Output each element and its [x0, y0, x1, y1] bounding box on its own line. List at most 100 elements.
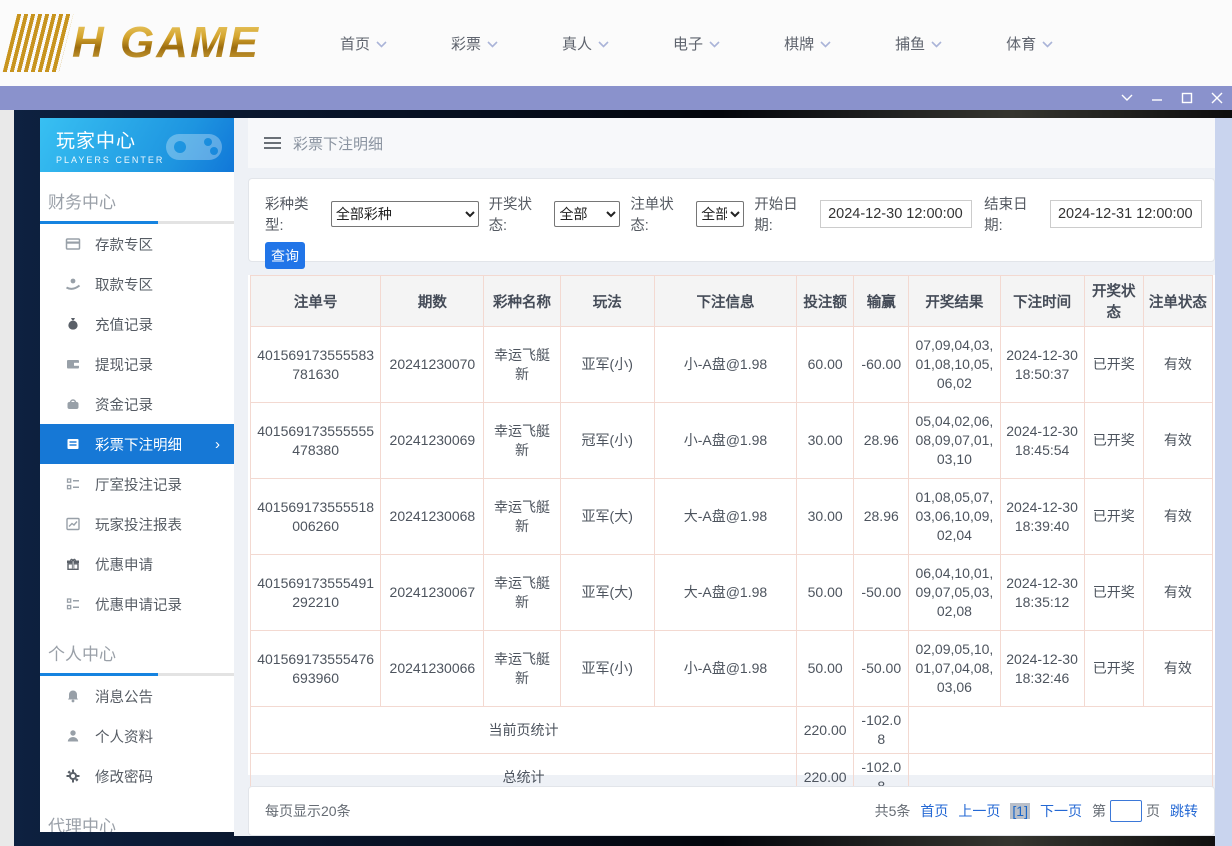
page-jump-input[interactable] [1110, 800, 1142, 822]
logo: H GAME [10, 14, 290, 72]
sidebar-item-hand-coin[interactable]: 取款专区 › [40, 264, 234, 304]
cell-bet-id: 401569173555491292210 [251, 555, 381, 631]
lottery-type-select[interactable]: 全部彩种 [331, 201, 479, 227]
jump-link[interactable]: 跳转 [1170, 801, 1198, 821]
chevron-down-icon [1121, 94, 1133, 102]
window-close-button[interactable] [1202, 86, 1232, 110]
cell-period: 20241230066 [381, 631, 484, 707]
purse-icon [65, 396, 81, 412]
cell-period: 20241230070 [381, 327, 484, 403]
page-stats-winloss: -102.08 [854, 707, 909, 754]
column-header: 期数 [381, 276, 484, 327]
sidebar-item-bell[interactable]: 消息公告 › [40, 676, 234, 716]
sidebar-item-label: 取款专区 [95, 274, 153, 295]
sidebar-section: 个人中心 消息公告 › 个人资料 › 修改密码 › [40, 624, 234, 796]
cell-lottery-name: 幸运飞艇新 [484, 555, 560, 631]
sidebar-item-label: 消息公告 [95, 686, 153, 707]
cell-bet-id: 401569173555583781630 [251, 327, 381, 403]
prev-page-link[interactable]: 上一页 [958, 801, 1000, 821]
window-minimize-button[interactable] [1142, 86, 1172, 110]
pager: 共5条 首页 上一页 [1] 下一页 第 页 跳转 [875, 800, 1198, 822]
cell-amount: 50.00 [797, 631, 854, 707]
nav-item[interactable]: 捕鱼 [895, 33, 942, 54]
sidebar-item-wallet[interactable]: 提现记录 › [40, 344, 234, 384]
nav-item[interactable]: 彩票 [451, 33, 498, 54]
sidebar-item-person[interactable]: 个人资料 › [40, 716, 234, 756]
nav-item[interactable]: 体育 [1006, 33, 1053, 54]
cell-lottery-name: 幸运飞艇新 [484, 479, 560, 555]
window-dropdown-button[interactable] [1112, 86, 1142, 110]
window-maximize-button[interactable] [1172, 86, 1202, 110]
cell-draw-status: 已开奖 [1084, 631, 1143, 707]
close-icon [1211, 92, 1223, 104]
menu-toggle-icon[interactable] [264, 137, 281, 149]
nav-item-label: 捕鱼 [895, 33, 925, 54]
cell-play-type: 亚军(大) [560, 479, 654, 555]
sidebar-item-gift[interactable]: 优惠申请 › [40, 544, 234, 584]
hand-coin-icon [65, 276, 81, 292]
nav-item-label: 体育 [1006, 33, 1036, 54]
chart-icon [65, 516, 81, 532]
nav-item-label: 彩票 [451, 33, 481, 54]
cell-draw-result: 02,09,05,10,01,07,04,08,03,06 [909, 631, 1000, 707]
cell-draw-result: 06,04,10,01,09,07,05,03,02,08 [909, 555, 1000, 631]
sidebar-item-list[interactable]: 厅室投注记录 › [40, 464, 234, 504]
main-nav: 首页 彩票 真人 电子 棋牌 捕鱼 体育 [340, 33, 1053, 54]
page-stats-amount: 220.00 [797, 707, 854, 754]
column-header: 注单号 [251, 276, 381, 327]
sidebar-item-purse[interactable]: 资金记录 › [40, 384, 234, 424]
sidebar-item-card[interactable]: 存款专区 › [40, 224, 234, 264]
money-bag-icon [65, 316, 81, 332]
sidebar-item-money-bag[interactable]: 充值记录 › [40, 304, 234, 344]
chevron-down-icon [487, 41, 498, 48]
column-header: 下注时间 [1000, 276, 1084, 327]
sidebar-item-label: 厅室投注记录 [95, 474, 182, 495]
sidebar-item-gear[interactable]: 修改密码 › [40, 756, 234, 796]
sidebar-item-list[interactable]: 优惠申请记录 › [40, 584, 234, 624]
nav-item-label: 电子 [673, 33, 703, 54]
column-header: 投注额 [797, 276, 854, 327]
sidebar-item-label: 优惠申请 [95, 554, 153, 575]
order-status-select[interactable]: 全部 [696, 201, 744, 227]
search-button[interactable]: 查询 [265, 242, 305, 269]
column-header: 注单状态 [1143, 276, 1212, 327]
start-date-input[interactable] [820, 200, 972, 228]
cell-bet-time: 2024-12-30 18:35:12 [1000, 555, 1084, 631]
current-page-indicator: [1] [1010, 803, 1030, 819]
chevron-down-icon [820, 41, 831, 48]
cell-play-type: 亚军(小) [560, 327, 654, 403]
cell-bet-time: 2024-12-30 18:39:40 [1000, 479, 1084, 555]
site-header: H GAME 首页 彩票 真人 电子 棋牌 捕鱼 体育 [0, 0, 1232, 86]
draw-status-select[interactable]: 全部 [554, 201, 620, 227]
nav-item[interactable]: 首页 [340, 33, 387, 54]
cell-win-loss: -60.00 [854, 327, 909, 403]
sidebar-item-chart[interactable]: 玩家投注报表 › [40, 504, 234, 544]
sidebar-sections: 财务中心 存款专区 › 取款专区 › 充值记录 › 提现记录 › 资金记录 › … [40, 172, 234, 832]
person-icon [65, 728, 81, 744]
vertical-scrollbar[interactable] [1215, 118, 1232, 846]
chevron-down-icon [931, 41, 942, 48]
nav-item-label: 真人 [562, 33, 592, 54]
sidebar-item-document[interactable]: 彩票下注明细 › [40, 424, 234, 464]
column-header: 开奖状态 [1084, 276, 1143, 327]
nav-item[interactable]: 电子 [673, 33, 720, 54]
filter-panel: 彩种类型: 全部彩种 开奖状态: 全部 注单状态: 全部 开始日期: 结束日期:… [248, 178, 1215, 262]
cell-bet-time: 2024-12-30 18:50:37 [1000, 327, 1084, 403]
cell-period: 20241230069 [381, 403, 484, 479]
list-icon [65, 596, 81, 612]
first-page-link[interactable]: 首页 [920, 801, 948, 821]
cell-order-status: 有效 [1143, 403, 1212, 479]
cell-bet-id: 401569173555476693960 [251, 631, 381, 707]
end-date-input[interactable] [1050, 200, 1202, 228]
cell-play-type: 冠军(小) [560, 403, 654, 479]
sidebar-item-label: 修改密码 [95, 766, 153, 787]
nav-item[interactable]: 真人 [562, 33, 609, 54]
gear-icon [65, 768, 81, 784]
table-row: 401569173555491292210 20241230067 幸运飞艇新 … [251, 555, 1213, 631]
sidebar-section: 财务中心 存款专区 › 取款专区 › 充值记录 › 提现记录 › 资金记录 › … [40, 172, 234, 624]
cell-order-status: 有效 [1143, 479, 1212, 555]
nav-item[interactable]: 棋牌 [784, 33, 831, 54]
cell-draw-status: 已开奖 [1084, 479, 1143, 555]
next-page-link[interactable]: 下一页 [1040, 801, 1082, 821]
table-row: 401569173555555478380 20241230069 幸运飞艇新 … [251, 403, 1213, 479]
